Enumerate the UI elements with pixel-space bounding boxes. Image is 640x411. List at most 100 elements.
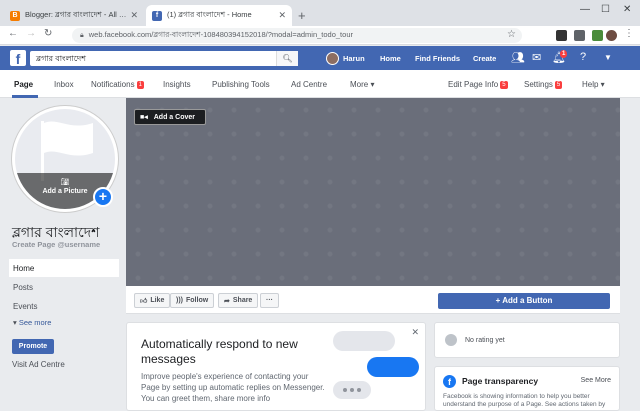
messenger-icon[interactable]: ✉︎	[532, 51, 541, 64]
chat-icon	[445, 334, 457, 346]
help-icon[interactable]: ?	[580, 51, 586, 63]
tab-edit-page-info[interactable]: Edit Page Info 5	[448, 80, 508, 89]
active-tab-indicator	[12, 95, 38, 98]
nav-find-friends[interactable]: Find Friends	[415, 46, 460, 70]
blogger-icon: B	[10, 10, 20, 21]
auto-respond-heading: Automatically respond to new messages	[141, 337, 298, 366]
like-button[interactable]: 👍︎ Like	[134, 293, 171, 308]
new-tab-button[interactable]: +	[298, 8, 306, 23]
profile-avatar[interactable]	[606, 30, 617, 41]
facebook-logo-icon[interactable]: f	[10, 50, 26, 67]
tab-label: Edit Page Info	[448, 80, 499, 89]
tab-notifications[interactable]: Notifications 1	[91, 80, 144, 89]
tab-more[interactable]: More ▾	[350, 80, 374, 89]
tab-label: Notifications	[91, 80, 135, 89]
settings-badge: 5	[554, 81, 563, 89]
sidebar-item-events[interactable]: Events	[9, 297, 119, 315]
close-tab-icon[interactable]: ✕	[130, 10, 138, 21]
url-bar[interactable]: 🔒︎ web.facebook.com/ব্লগার-বাংলাদেশ-1084…	[72, 28, 522, 43]
chat-bubble-illustration	[333, 331, 395, 351]
tab-help[interactable]: Help ▾	[582, 80, 605, 89]
camera-icon: 📷︎	[60, 179, 70, 186]
chat-bubble-illustration	[367, 357, 419, 377]
browser-tab-facebook[interactable]: f (1) ব্লগার বাংলাদেশ - Home ✕	[146, 5, 292, 26]
create-username-link[interactable]: Create Page @username	[12, 240, 100, 249]
thumbs-up-icon: 👍︎	[140, 298, 148, 305]
facebook-header: f ব্লগার বাংলাদেশ 🔍︎ Harun Home Find Fri…	[0, 46, 640, 70]
maximize-icon[interactable]: ☐	[601, 4, 610, 15]
extension-icon[interactable]	[574, 30, 585, 41]
typing-dot	[343, 388, 347, 392]
see-more-link[interactable]: See More	[581, 377, 611, 384]
tab-settings[interactable]: Settings 5	[524, 80, 563, 89]
video-camera-icon: ■◂	[140, 114, 148, 121]
cover-photo-area	[126, 98, 620, 286]
tab-title: (1) ব্লগার বাংলাদেশ - Home	[167, 9, 252, 19]
minimize-icon[interactable]: —	[580, 4, 590, 15]
bookmark-star-icon[interactable]: ☆	[507, 29, 516, 40]
lock-icon: 🔒︎	[80, 31, 84, 39]
share-label: Share	[232, 297, 253, 304]
close-tab-icon[interactable]: ✕	[278, 10, 286, 21]
tab-insights[interactable]: Insights	[163, 80, 191, 89]
tab-ad-centre[interactable]: Ad Centre	[291, 80, 327, 89]
page-transparency-card: f Page transparency See More Facebook is…	[434, 366, 620, 411]
user-name: Harun	[343, 53, 365, 63]
url-text: web.facebook.com/ব্লগার-বাংলাদেশ-1084803…	[88, 29, 353, 39]
share-arrow-icon: ➦	[224, 297, 230, 305]
friend-requests-icon[interactable]: 👥︎	[511, 51, 525, 64]
rss-icon: )))	[176, 297, 183, 304]
sidebar-item-posts[interactable]: Posts	[9, 278, 119, 296]
more-options-button[interactable]: ···	[260, 293, 279, 308]
edit-info-badge: 5	[500, 81, 508, 89]
account-menu-icon[interactable]: ▼	[604, 53, 612, 62]
add-picture-plus-button[interactable]: +	[93, 187, 113, 207]
sidebar-item-home[interactable]: Home	[9, 259, 119, 277]
tab-inbox[interactable]: Inbox	[54, 80, 74, 89]
back-icon[interactable]: ←	[8, 28, 18, 39]
visit-ad-centre-link[interactable]: Visit Ad Centre	[12, 360, 65, 369]
browser-tab-blogger[interactable]: B Blogger: ব্লগার বাংলাদেশ - All po ✕	[4, 5, 144, 26]
address-bar-row: ← → ↻ 🔒︎ web.facebook.com/ব্লগার-বাংলাদে…	[0, 26, 640, 45]
facebook-icon: f	[443, 375, 456, 388]
add-a-button[interactable]: + Add a Button	[438, 293, 610, 309]
page-nav-bar: Page Inbox Notifications 1 Insights Publi…	[0, 70, 640, 98]
see-more-label: See more	[18, 318, 52, 327]
profile-link[interactable]: Harun	[326, 46, 365, 70]
notification-count-badge: 1	[560, 50, 568, 58]
rating-text: No rating yet	[465, 337, 505, 344]
auto-respond-body: Improve people's experience of contactin…	[141, 372, 325, 403]
nav-create[interactable]: Create	[473, 46, 496, 70]
tab-title: Blogger: ব্লগার বাংলাদেশ - All po	[25, 9, 127, 19]
auto-respond-card: ✕ Automatically respond to new messages …	[126, 322, 426, 411]
typing-indicator-illustration	[333, 381, 371, 399]
see-more-link[interactable]: ▾ See more	[13, 318, 51, 327]
tab-publishing-tools[interactable]: Publishing Tools	[212, 80, 270, 89]
nav-home[interactable]: Home	[380, 46, 401, 70]
add-cover-label: Add a Cover	[153, 113, 195, 121]
forward-icon[interactable]: →	[26, 28, 36, 39]
transparency-description: Facebook is showing information to help …	[443, 393, 606, 408]
typing-dot	[357, 388, 361, 392]
chrome-menu-icon[interactable]: ⋮	[624, 28, 634, 39]
notification-badge: 1	[136, 81, 144, 89]
follow-label: Follow	[186, 297, 209, 304]
add-cover-button[interactable]: ■◂ Add a Cover	[134, 109, 206, 125]
transparency-title: Page transparency	[462, 376, 539, 386]
extension-icon[interactable]	[592, 30, 603, 41]
facebook-icon: f	[152, 10, 162, 21]
extension-icon[interactable]	[556, 30, 567, 41]
promote-button[interactable]: Promote	[12, 339, 54, 354]
close-window-icon[interactable]: ✕	[623, 4, 631, 15]
tab-page[interactable]: Page	[14, 80, 33, 89]
tab-label: Settings	[524, 80, 553, 89]
search-input[interactable]: ব্লগার বাংলাদেশ 🔍︎	[30, 51, 298, 66]
share-button[interactable]: ➦ Share	[218, 293, 259, 308]
close-icon[interactable]: ✕	[411, 327, 419, 338]
search-icon[interactable]: 🔍︎	[276, 51, 298, 66]
reload-icon[interactable]: ↻	[44, 28, 52, 39]
typing-dot	[350, 388, 354, 392]
follow-button[interactable]: ))) Follow	[170, 293, 215, 308]
avatar	[326, 51, 339, 65]
like-label: Like	[150, 297, 165, 304]
